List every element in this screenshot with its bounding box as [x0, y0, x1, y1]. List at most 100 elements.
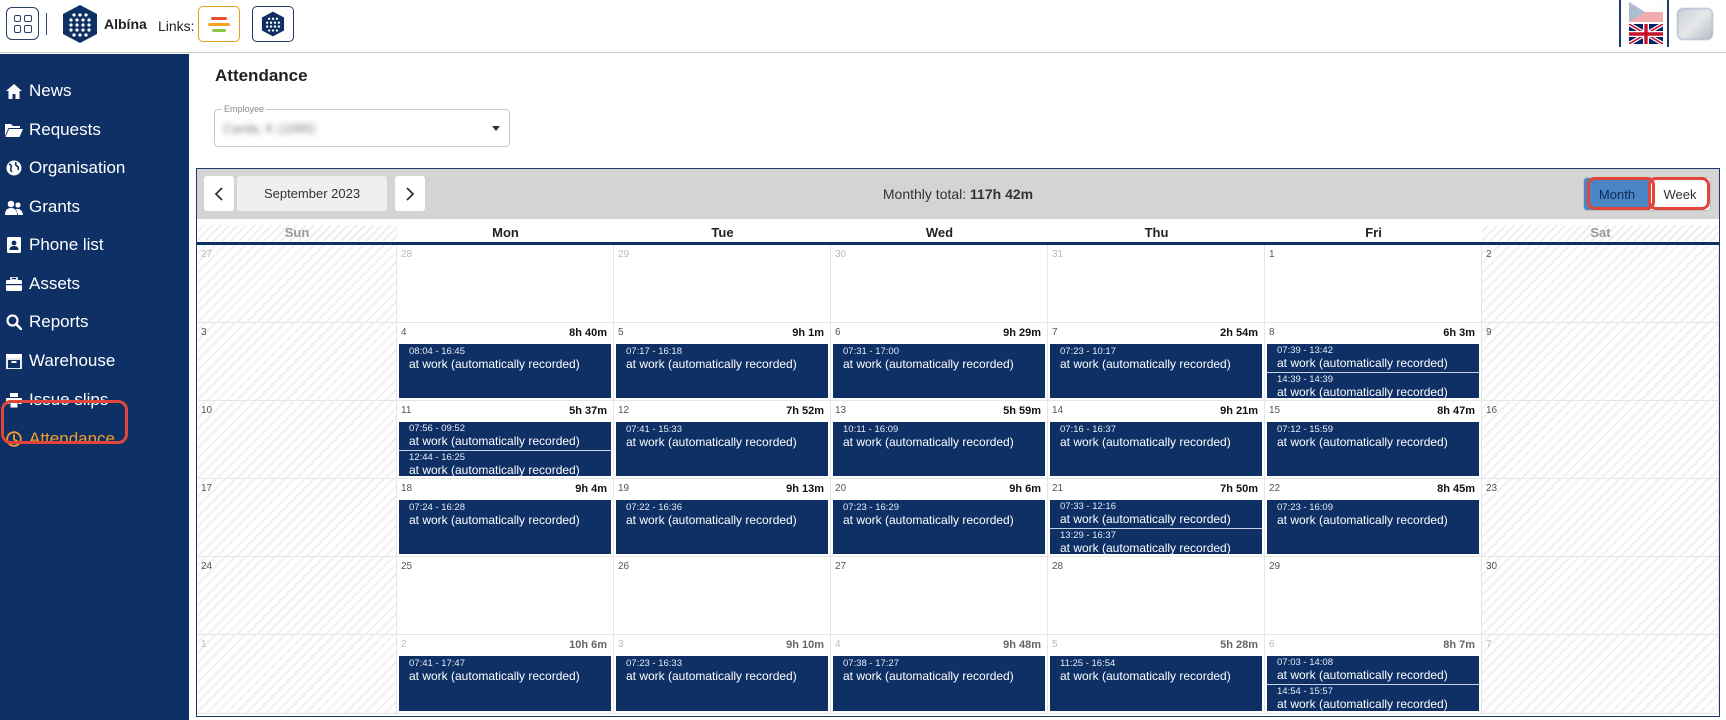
attendance-event[interactable]: 07:22 - 16:36 at work (automatically reco… [616, 500, 828, 527]
attendance-event[interactable]: 12:44 - 16:25 at work (automatically reco… [399, 450, 611, 476]
sidebar-item-news[interactable]: News [0, 73, 189, 109]
calendar-day-cell[interactable]: 16 [1482, 401, 1719, 479]
language-switcher[interactable] [1619, 0, 1669, 47]
calendar-day-cell[interactable]: 1 [197, 635, 397, 714]
attendance-event[interactable]: 07:03 - 14:08 at work (automatically reco… [1267, 656, 1479, 684]
attendance-event[interactable]: 07:12 - 15:59 at work (automatically reco… [1267, 422, 1479, 449]
attendance-event[interactable]: 08:04 - 16:45 at work (automatically reco… [399, 344, 611, 371]
bars-logo-icon [208, 16, 230, 32]
attendance-event[interactable]: 10:11 - 16:09 at work (automatically reco… [833, 422, 1045, 449]
day-number: 19 [618, 483, 630, 494]
calendar-day-cell[interactable]: 26 [614, 557, 831, 635]
attendance-events: 07:23 - 16:33 at work (automatically reco… [616, 656, 828, 711]
calendar-day-cell[interactable]: 19 9h 13m 07:22 - 16:36 at work (automatica… [614, 479, 831, 557]
calendar-day-cell[interactable]: 17 [197, 479, 397, 557]
calendar-day-cell[interactable]: 12 7h 52m 07:41 - 15:33 at work (automatica… [614, 401, 831, 479]
calendar-day-cell[interactable]: 3 [197, 323, 397, 401]
sidebar-item-phone-list[interactable]: Phone list [0, 227, 189, 263]
attendance-event[interactable]: 07:23 - 10:17 at work (automatically reco… [1050, 344, 1262, 371]
attendance-event[interactable]: 07:41 - 17:47 at work (automatically reco… [399, 656, 611, 683]
attendance-event[interactable]: 07:56 - 09:52 at work (automatically reco… [399, 422, 611, 450]
day-number: 21 [1052, 483, 1064, 494]
calendar-day-cell[interactable]: 7 [1482, 635, 1719, 714]
attendance-event[interactable]: 07:23 - 16:09 at work (automatically reco… [1267, 500, 1479, 527]
calendar-day-cell[interactable]: 29 [614, 245, 831, 323]
month-grid: 27 28 29 30 31 1 2 3 4 8h 40m 08:04 - 16:45 at work… [197, 245, 1719, 714]
albina-logo-icon[interactable] [60, 4, 100, 44]
weekday-tue: Tue [711, 225, 734, 240]
calendar-day-cell[interactable]: 8 6h 3m 07:39 - 13:42 at work (automaticall… [1265, 323, 1482, 401]
attendance-event[interactable]: 07:31 - 17:00 at work (automatically reco… [833, 344, 1045, 371]
folder-open-icon [4, 123, 24, 137]
calendar-day-cell[interactable]: 30 [831, 245, 1048, 323]
employee-select[interactable]: Employee Carda, K (1085) [214, 104, 510, 147]
attendance-event[interactable]: 07:41 - 15:33 at work (automatically reco… [616, 422, 828, 449]
calendar-day-cell[interactable]: 23 [1482, 479, 1719, 557]
attendance-event[interactable]: 07:24 - 16:28 at work (automatically reco… [399, 500, 611, 527]
calendar-day-cell[interactable]: 6 9h 29m 07:31 - 17:00 at work (automatical… [831, 323, 1048, 401]
user-avatar[interactable] [1677, 8, 1713, 40]
calendar-day-cell[interactable]: 11 5h 37m 07:56 - 09:52 at work (automatica… [397, 401, 614, 479]
calendar-day-cell[interactable]: 2 10h 6m 07:41 - 17:47 at work (automatical… [397, 635, 614, 714]
attendance-events: 07:24 - 16:28 at work (automatically reco… [399, 500, 611, 554]
attendance-event[interactable]: 07:16 - 16:37 at work (automatically reco… [1050, 422, 1262, 449]
calendar-day-cell[interactable]: 29 [1265, 557, 1482, 635]
calendar-day-cell[interactable]: 25 [397, 557, 614, 635]
calendar-day-cell[interactable]: 6 8h 7m 07:03 - 14:08 at work (automaticall… [1265, 635, 1482, 714]
attendance-event[interactable]: 11:25 - 16:54 at work (automatically reco… [1050, 656, 1262, 683]
attendance-event[interactable]: 07:17 - 16:18 at work (automatically reco… [616, 344, 828, 371]
calendar-day-cell[interactable]: 31 [1048, 245, 1265, 323]
attendance-event[interactable]: 07:39 - 13:42 at work (automatically reco… [1267, 344, 1479, 372]
czech-flag-icon[interactable] [1629, 2, 1663, 22]
calendar-day-cell[interactable]: 7 2h 54m 07:23 - 10:17 at work (automatical… [1048, 323, 1265, 401]
sidebar-item-requests[interactable]: Requests [0, 112, 189, 148]
attendance-event[interactable]: 07:23 - 16:33 at work (automatically reco… [616, 656, 828, 683]
attendance-event[interactable]: 14:39 - 14:39 at work (automatically reco… [1267, 372, 1479, 398]
event-time-range: 07:16 - 16:37 [1060, 424, 1116, 435]
attendance-event[interactable]: 07:33 - 12:16 at work (automatically reco… [1050, 500, 1262, 528]
calendar-day-cell[interactable]: 21 7h 50m 07:33 - 12:16 at work (automatica… [1048, 479, 1265, 557]
calendar-day-cell[interactable]: 20 9h 6m 07:23 - 16:29 at work (automatical… [831, 479, 1048, 557]
external-link-albina-button[interactable] [252, 6, 294, 42]
calendar-day-cell[interactable]: 3 9h 10m 07:23 - 16:33 at work (automatical… [614, 635, 831, 714]
day-number: 25 [401, 561, 413, 572]
calendar-day-cell[interactable]: 9 [1482, 323, 1719, 401]
sidebar-item-label: Reports [29, 312, 89, 331]
attendance-events: 07:31 - 17:00 at work (automatically reco… [833, 344, 1045, 398]
sidebar-item-reports[interactable]: Reports [0, 304, 189, 340]
sidebar-item-warehouse[interactable]: Warehouse [0, 343, 189, 379]
attendance-event[interactable]: 07:38 - 17:27 at work (automatically reco… [833, 656, 1045, 683]
calendar-day-cell[interactable]: 27 [197, 245, 397, 323]
calendar-day-cell[interactable]: 15 8h 47m 07:12 - 15:59 at work (automatica… [1265, 401, 1482, 479]
calendar-day-cell[interactable]: 30 [1482, 557, 1719, 635]
uk-flag-icon[interactable] [1629, 24, 1663, 44]
calendar-day-cell[interactable]: 4 8h 40m 08:04 - 16:45 at work (automatical… [397, 323, 614, 401]
calendar-day-cell[interactable]: 5 9h 1m 07:17 - 16:18 at work (automaticall… [614, 323, 831, 401]
day-number: 3 [201, 327, 207, 338]
sidebar-item-assets[interactable]: Assets [0, 266, 189, 302]
external-link-bars-button[interactable] [198, 6, 240, 42]
calendar-day-cell[interactable]: 22 8h 45m 07:23 - 16:09 at work (automatica… [1265, 479, 1482, 557]
attendance-event[interactable]: 07:23 - 16:29 at work (automatically reco… [833, 500, 1045, 527]
attendance-event[interactable]: 13:29 - 16:37 at work (automatically reco… [1050, 528, 1262, 554]
attendance-events: 07:38 - 17:27 at work (automatically reco… [833, 656, 1045, 711]
calendar-day-cell[interactable]: 2 [1482, 245, 1719, 323]
calendar-day-cell[interactable]: 28 [397, 245, 614, 323]
calendar-day-cell[interactable]: 27 [831, 557, 1048, 635]
calendar-day-cell[interactable]: 4 9h 48m 07:38 - 17:27 at work (automatical… [831, 635, 1048, 714]
sidebar-item-organisation[interactable]: Organisation [0, 150, 189, 186]
calendar-day-cell[interactable]: 18 9h 4m 07:24 - 16:28 at work (automatical… [397, 479, 614, 557]
calendar-day-cell[interactable]: 10 [197, 401, 397, 479]
day-number: 12 [618, 405, 630, 416]
apps-menu-button[interactable] [6, 7, 39, 40]
calendar-day-cell[interactable]: 28 [1048, 557, 1265, 635]
attendance-event[interactable]: 14:54 - 15:57 at work (automatically reco… [1267, 684, 1479, 711]
calendar-day-cell[interactable]: 24 [197, 557, 397, 635]
sidebar-item-label: News [29, 81, 72, 100]
event-label: at work (automatically recorded) [1060, 357, 1231, 371]
calendar-day-cell[interactable]: 5 5h 28m 11:25 - 16:54 at work (automatical… [1048, 635, 1265, 714]
calendar-day-cell[interactable]: 1 [1265, 245, 1482, 323]
sidebar-item-grants[interactable]: Grants [0, 189, 189, 225]
calendar-day-cell[interactable]: 13 5h 59m 10:11 - 16:09 at work (automatica… [831, 401, 1048, 479]
calendar-day-cell[interactable]: 14 9h 21m 07:16 - 16:37 at work (automatica… [1048, 401, 1265, 479]
